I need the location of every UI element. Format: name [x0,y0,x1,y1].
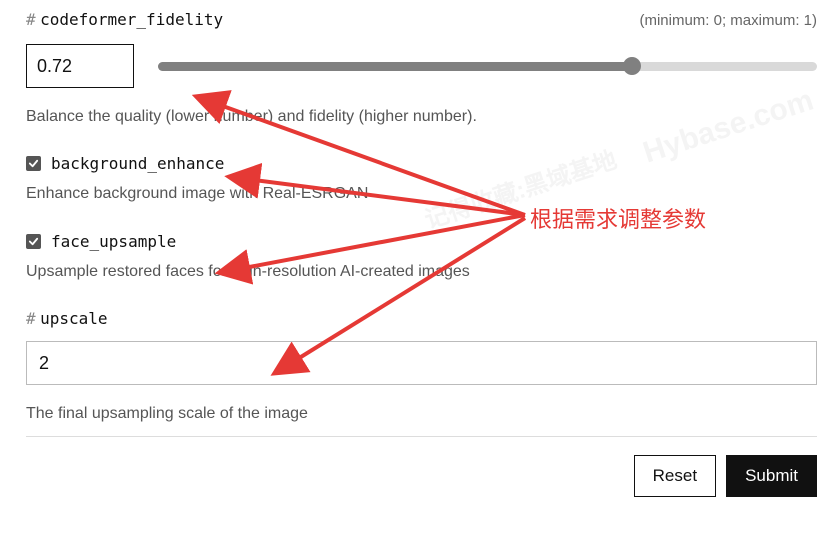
face-upsample-checkbox[interactable] [26,234,41,249]
codeformer-fidelity-slider[interactable] [158,59,817,73]
number-icon: # [26,10,36,29]
reset-button[interactable]: Reset [634,455,716,497]
check-icon [28,236,39,247]
range-hint: (minimum: 0; maximum: 1) [639,12,817,29]
field-face-upsample: face_upsample [26,232,817,251]
codeformer-fidelity-desc: Balance the quality (lower number) and f… [26,106,817,128]
field-label-background-enhance: background_enhance [51,154,224,173]
submit-button[interactable]: Submit [726,455,817,497]
actions-row: Reset Submit [26,455,817,497]
field-label-face-upsample: face_upsample [51,232,176,251]
divider [26,436,817,437]
field-upscale: # upscale [26,309,817,385]
annotation-label: 根据需求调整参数 [530,202,706,234]
background-enhance-desc: Enhance background image with Real-ESRGA… [26,183,817,205]
check-icon [28,158,39,169]
number-icon: # [26,309,36,328]
slider-fill [158,62,632,71]
field-background-enhance: background_enhance [26,154,817,173]
codeformer-fidelity-input[interactable] [26,44,134,88]
field-label-codeformer-fidelity: codeformer_fidelity [40,10,223,29]
field-label-upscale: upscale [40,309,107,328]
upscale-desc: The final upsampling scale of the image [26,403,817,425]
upscale-input[interactable] [26,341,817,385]
face-upsample-desc: Upsample restored faces for high-resolut… [26,261,817,283]
background-enhance-checkbox[interactable] [26,156,41,171]
field-codeformer-fidelity: # codeformer_fidelity (minimum: 0; maxim… [26,10,817,88]
slider-thumb[interactable] [623,57,641,75]
